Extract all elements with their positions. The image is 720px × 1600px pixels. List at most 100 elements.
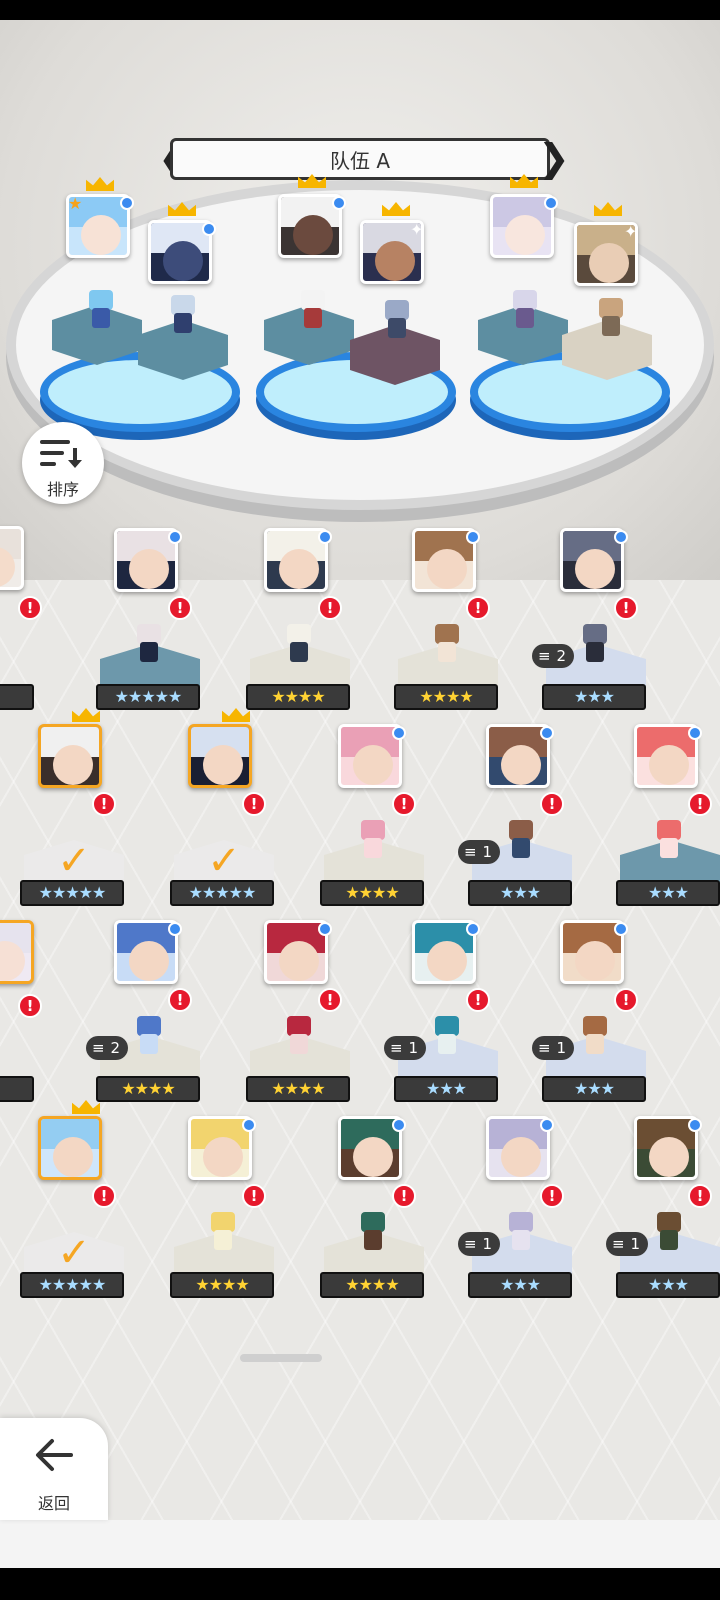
hero-portrait[interactable] <box>188 724 252 788</box>
hero-star-rating: ★★★ <box>468 880 572 906</box>
blue-dot-icon <box>544 196 558 210</box>
hero-star-rating: ★★★ <box>468 1272 572 1298</box>
hero-star-rating: ★★★★ <box>394 684 498 710</box>
sort-button[interactable]: 排序 <box>22 422 104 504</box>
hero-star-rating: ★★★★★ <box>96 684 200 710</box>
blue-dot-icon <box>540 1118 554 1132</box>
crown-icon <box>70 706 102 722</box>
hero-sprite <box>504 1212 538 1252</box>
blue-dot-icon <box>318 922 332 936</box>
alert-icon: ! <box>318 596 342 620</box>
hero-portrait[interactable] <box>0 920 34 984</box>
hero-sprite <box>282 1016 316 1056</box>
hero-star-rating: ★★★ <box>616 880 720 906</box>
alert-icon: ! <box>318 988 342 1012</box>
alert-icon: ! <box>92 792 116 816</box>
hero-star-rating: ★★★★★ <box>20 880 124 906</box>
hero-sprite <box>166 295 200 335</box>
next-team-arrow-icon[interactable]: ❯ <box>538 136 570 182</box>
game-screen: ❮ 队伍 A ❯ ★ ✦ ✦ <box>0 0 720 1600</box>
alert-icon: ! <box>540 792 564 816</box>
hero-sprite <box>356 820 390 860</box>
hero-star-rating: ★★ <box>0 684 34 710</box>
blue-dot-icon <box>688 1118 702 1132</box>
hero-sprite <box>504 820 538 860</box>
hero-star-rating: ★★★ <box>542 684 646 710</box>
alert-icon: ! <box>18 994 42 1018</box>
hero-portrait[interactable] <box>0 526 24 590</box>
duplicate-count-badge: 2 <box>532 644 574 668</box>
hero-sprite <box>652 820 686 860</box>
team-title: 队伍 A <box>329 148 391 173</box>
blue-dot-icon <box>242 1118 256 1132</box>
back-arrow-icon <box>36 1439 73 1471</box>
alert-icon: ! <box>688 1184 712 1208</box>
blue-dot-icon <box>120 196 134 210</box>
hero-sprite <box>356 1212 390 1252</box>
alert-icon: ! <box>168 596 192 620</box>
blue-dot-icon <box>540 726 554 740</box>
blue-dot-icon <box>614 922 628 936</box>
sort-label: 排序 <box>46 480 79 499</box>
check-icon: ✓ <box>57 1230 91 1276</box>
alert-icon: ! <box>688 792 712 816</box>
hero-star-rating: ★★★★ <box>170 1272 274 1298</box>
duplicate-count-badge: 1 <box>606 1232 648 1256</box>
hero-star-rating: ★★★★★ <box>20 1272 124 1298</box>
blue-dot-icon <box>392 1118 406 1132</box>
blue-dot-icon <box>392 726 406 740</box>
sort-icon <box>40 440 82 468</box>
crown-icon <box>70 1098 102 1114</box>
bottom-panel <box>0 1520 720 1568</box>
crown-icon <box>220 706 252 722</box>
hero-sprite <box>578 1016 612 1056</box>
hero-sprite <box>296 290 330 330</box>
hero-star-rating: ★★★★ <box>246 684 350 710</box>
hero-star-rating: ★★★ <box>616 1272 720 1298</box>
hero-sprite <box>380 300 414 340</box>
crown-icon <box>508 172 540 188</box>
hero-portrait[interactable] <box>38 1116 102 1180</box>
hero-sprite <box>508 290 542 330</box>
alert-icon: ! <box>614 596 638 620</box>
blue-dot-icon <box>466 922 480 936</box>
alert-icon: ! <box>168 988 192 1012</box>
crown-icon <box>380 200 412 216</box>
alert-icon: ! <box>540 1184 564 1208</box>
blue-dot-icon <box>168 922 182 936</box>
hero-star-rating: ★★★★ <box>246 1076 350 1102</box>
hero-sprite <box>594 298 628 338</box>
duplicate-count-badge: 2 <box>86 1036 128 1060</box>
hero-star-rating: ★★★ <box>394 1076 498 1102</box>
hero-star-rating: ★★★★ <box>320 880 424 906</box>
hero-star-rating: ★★ <box>0 1076 34 1102</box>
status-bar <box>0 0 720 20</box>
duplicate-count-badge: 1 <box>458 840 500 864</box>
sparkle-icon: ✦ <box>624 222 638 241</box>
hero-sprite <box>430 624 464 664</box>
back-button[interactable]: 返回 <box>0 1418 108 1520</box>
hero-star-rating: ★★★★ <box>320 1272 424 1298</box>
alert-icon: ! <box>242 792 266 816</box>
scroll-handle[interactable] <box>240 1354 322 1362</box>
duplicate-count-badge: 1 <box>458 1232 500 1256</box>
duplicate-count-badge: 1 <box>532 1036 574 1060</box>
hero-star-rating: ★★★★ <box>96 1076 200 1102</box>
hero-sprite <box>282 624 316 664</box>
alert-icon: ! <box>92 1184 116 1208</box>
alert-icon: ! <box>614 988 638 1012</box>
alert-icon: ! <box>466 596 490 620</box>
alert-icon: ! <box>392 1184 416 1208</box>
team-name-bar[interactable]: 队伍 A <box>170 138 550 180</box>
hero-sprite <box>132 1016 166 1056</box>
blue-dot-icon <box>202 222 216 236</box>
blue-dot-icon <box>614 530 628 544</box>
sparkle-icon: ✦ <box>410 220 424 239</box>
hero-sprite <box>430 1016 464 1056</box>
star-icon: ★ <box>68 194 83 213</box>
hero-portrait[interactable] <box>38 724 102 788</box>
hero-sprite <box>578 624 612 664</box>
hero-star-rating: ★★★★★ <box>170 880 274 906</box>
blue-dot-icon <box>466 530 480 544</box>
system-nav-bar <box>0 1568 720 1600</box>
